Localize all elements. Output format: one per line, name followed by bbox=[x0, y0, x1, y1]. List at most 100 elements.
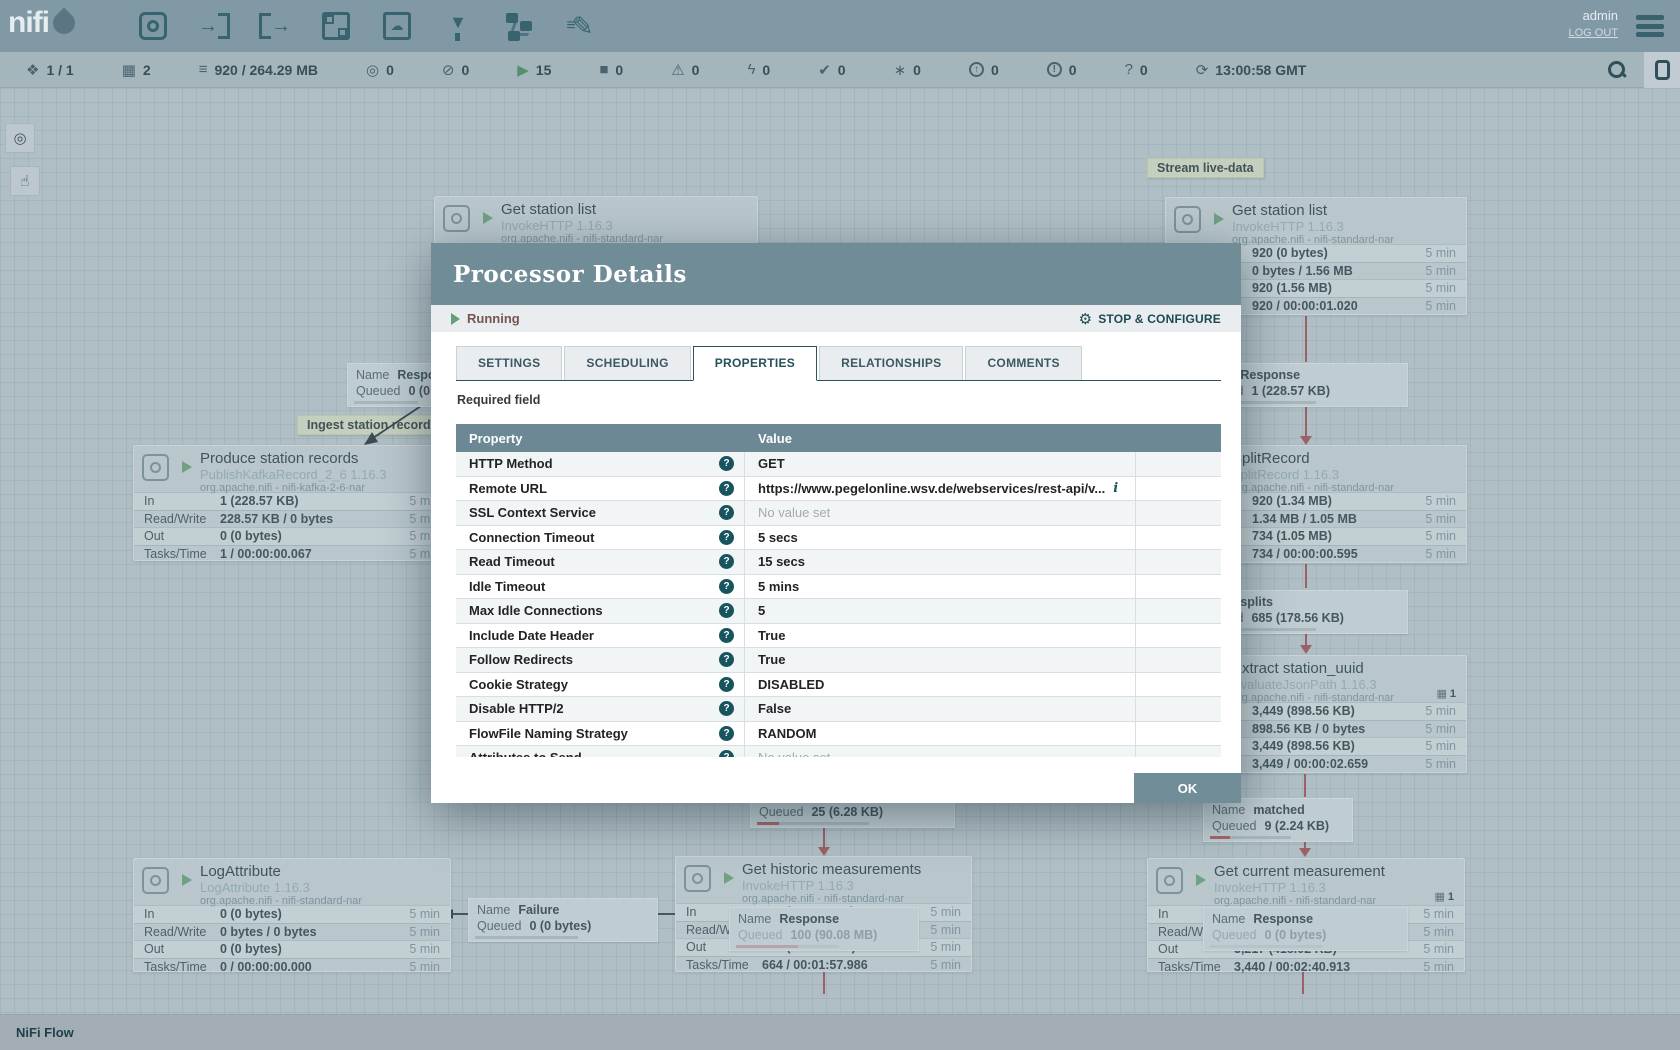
stop-and-configure-button[interactable]: ⚙ STOP & CONFIGURE bbox=[1079, 310, 1221, 328]
table-header: Property Value bbox=[456, 424, 1221, 452]
panel-icon bbox=[1655, 60, 1670, 80]
tab-properties[interactable]: PROPERTIES bbox=[693, 346, 817, 381]
table-row[interactable]: Read Timeout? 15 secs bbox=[456, 550, 1221, 575]
running-status-icon bbox=[182, 874, 192, 886]
processor-title: SplitRecord bbox=[1232, 450, 1458, 467]
search-icon[interactable] bbox=[1606, 59, 1628, 81]
up-to-date-icon: ✔ bbox=[818, 61, 831, 79]
tab-relationships[interactable]: RELATIONSHIPS bbox=[819, 346, 963, 380]
toolbar-funnel-icon[interactable]: ▼ bbox=[441, 9, 475, 43]
toolbar-remote-process-group-icon[interactable]: ☁ bbox=[380, 9, 414, 43]
processor-produce-station-records[interactable]: Produce station records PublishKafkaReco… bbox=[133, 445, 451, 561]
toolbar-processor-icon[interactable] bbox=[136, 9, 170, 43]
help-icon[interactable]: ? bbox=[719, 652, 734, 667]
table-row[interactable]: Include Date Header? True bbox=[456, 624, 1221, 649]
help-icon[interactable]: ? bbox=[719, 603, 734, 618]
toolbar-process-group-icon[interactable] bbox=[319, 9, 353, 43]
table-row[interactable]: Disable HTTP/2? False bbox=[456, 697, 1221, 722]
help-icon[interactable]: ? bbox=[719, 701, 734, 716]
stat-up-to-date: ✔0 bbox=[818, 61, 845, 79]
help-icon[interactable]: ? bbox=[719, 579, 734, 594]
processor-type: SplitRecord 1.16.3 bbox=[1232, 467, 1458, 482]
queue-indicator bbox=[757, 822, 869, 825]
help-icon[interactable]: ? bbox=[719, 530, 734, 545]
table-row[interactable]: Idle Timeout? 5 mins bbox=[456, 575, 1221, 600]
processor-type: PublishKafkaRecord_2_6 1.16.3 bbox=[200, 467, 442, 482]
processor-type: InvokeHTTP 1.16.3 bbox=[501, 218, 749, 233]
global-menu-icon[interactable] bbox=[1636, 15, 1664, 37]
label-stream-live-data[interactable]: Stream live-data bbox=[1147, 158, 1264, 178]
breadcrumb[interactable]: NiFi Flow bbox=[16, 1025, 74, 1040]
help-icon[interactable]: ? bbox=[719, 505, 734, 520]
running-icon: ▶ bbox=[517, 61, 529, 79]
toolbar-output-port-icon[interactable]: → bbox=[258, 9, 292, 43]
grid-icon: ▦ bbox=[1434, 891, 1444, 903]
processor-title: Extract station_uuid bbox=[1232, 660, 1458, 677]
tab-scheduling[interactable]: SCHEDULING bbox=[564, 346, 690, 380]
toolbar-label-icon[interactable]: ≡✎ bbox=[563, 9, 597, 43]
refresh-icon: ⟳ bbox=[1196, 61, 1209, 79]
stat-disabled: ϟ0 bbox=[747, 61, 770, 78]
sync-failure-icon: ? bbox=[1125, 61, 1133, 78]
processor-icon bbox=[443, 205, 470, 232]
hand-icon: ☝ bbox=[20, 172, 29, 190]
running-status-icon bbox=[1214, 213, 1224, 225]
help-icon[interactable]: ? bbox=[719, 628, 734, 643]
label-ingest-station-records[interactable]: Ingest station records bbox=[297, 415, 448, 435]
stat-cluster: ❖1 / 1 bbox=[26, 61, 74, 79]
running-status-icon bbox=[1196, 874, 1206, 886]
help-icon[interactable]: ? bbox=[719, 554, 734, 569]
property-column-header: Property bbox=[456, 431, 745, 446]
table-row[interactable]: FlowFile Naming Strategy? RANDOM bbox=[456, 722, 1221, 747]
table-row[interactable]: Max Idle Connections? 5 bbox=[456, 599, 1221, 624]
connection-matched[interactable]: Namematched Queued9 (2.24 KB) bbox=[1203, 798, 1353, 842]
connection-response-center[interactable]: NameResponse Queued100 (90.08 MB) bbox=[729, 907, 919, 951]
toolbar-template-icon[interactable] bbox=[502, 9, 536, 43]
nifi-drop-icon bbox=[48, 7, 79, 38]
connection-response-right[interactable]: NameResponse Queued0 (0 bytes) bbox=[1203, 907, 1408, 951]
processor-log-attribute[interactable]: LogAttribute LogAttribute 1.16.3 org.apa… bbox=[133, 858, 451, 972]
last-refresh[interactable]: ⟳13:00:58 GMT bbox=[1196, 61, 1307, 79]
stopped-icon: ■ bbox=[599, 61, 608, 78]
locally-modified-icon: ∗ bbox=[894, 61, 907, 79]
gear-icon: ⚙ bbox=[1079, 310, 1093, 328]
stat-queued: ≡920 / 264.29 MB bbox=[199, 61, 318, 78]
processor-type: InvokeHTTP 1.16.3 bbox=[742, 878, 963, 893]
processor-type: InvokeHTTP 1.16.3 bbox=[1214, 880, 1456, 895]
queue-indicator bbox=[736, 945, 839, 948]
current-user: admin bbox=[1568, 8, 1618, 23]
logout-link[interactable]: LOG OUT bbox=[1568, 27, 1618, 39]
queue-indicator bbox=[354, 401, 418, 404]
table-row[interactable]: SSL Context Service? No value set bbox=[456, 501, 1221, 526]
invalid-icon: ⚠ bbox=[671, 61, 684, 79]
table-row[interactable]: Remote URL? https://www.pegelonline.wsv.… bbox=[456, 477, 1221, 502]
birdseye-button[interactable]: ◎ bbox=[5, 123, 35, 153]
panel-toggle-button[interactable] bbox=[1644, 52, 1680, 88]
run-status-text: Running bbox=[467, 311, 520, 326]
table-row[interactable]: Connection Timeout? 5 secs bbox=[456, 526, 1221, 551]
running-status-icon bbox=[182, 461, 192, 473]
pan-hand-button[interactable]: ☝ bbox=[10, 166, 40, 196]
tab-settings[interactable]: SETTINGS bbox=[456, 346, 562, 380]
stat-not-transmitting: ⊘0 bbox=[442, 61, 469, 79]
connection-failure[interactable]: NameFailure Queued0 (0 bytes) bbox=[468, 898, 658, 942]
value-column-header: Value bbox=[745, 431, 792, 446]
transmitting-icon: ◎ bbox=[366, 61, 379, 79]
table-row[interactable]: Follow Redirects? True bbox=[456, 648, 1221, 673]
processor-details-dialog: Processor Details Running ⚙ STOP & CONFI… bbox=[431, 243, 1241, 803]
help-icon[interactable]: ? bbox=[719, 481, 734, 496]
help-icon[interactable]: ? bbox=[719, 726, 734, 741]
help-icon[interactable]: ? bbox=[719, 456, 734, 471]
tab-comments[interactable]: COMMENTS bbox=[965, 346, 1081, 380]
table-row[interactable]: Cookie Strategy? DISABLED bbox=[456, 673, 1221, 698]
help-icon[interactable]: ? bbox=[719, 750, 734, 757]
table-row[interactable]: Attributes to Send? No value set bbox=[456, 746, 1221, 757]
help-icon[interactable]: ? bbox=[719, 677, 734, 692]
info-icon[interactable]: i bbox=[1113, 481, 1118, 496]
queue-indicator bbox=[475, 936, 578, 939]
processor-title: Get historic measurements bbox=[742, 861, 963, 878]
processor-title: Get station list bbox=[501, 201, 749, 218]
table-row[interactable]: HTTP Method? GET bbox=[456, 452, 1221, 477]
ok-button[interactable]: OK bbox=[1134, 773, 1241, 803]
toolbar-input-port-icon[interactable]: → bbox=[197, 9, 231, 43]
